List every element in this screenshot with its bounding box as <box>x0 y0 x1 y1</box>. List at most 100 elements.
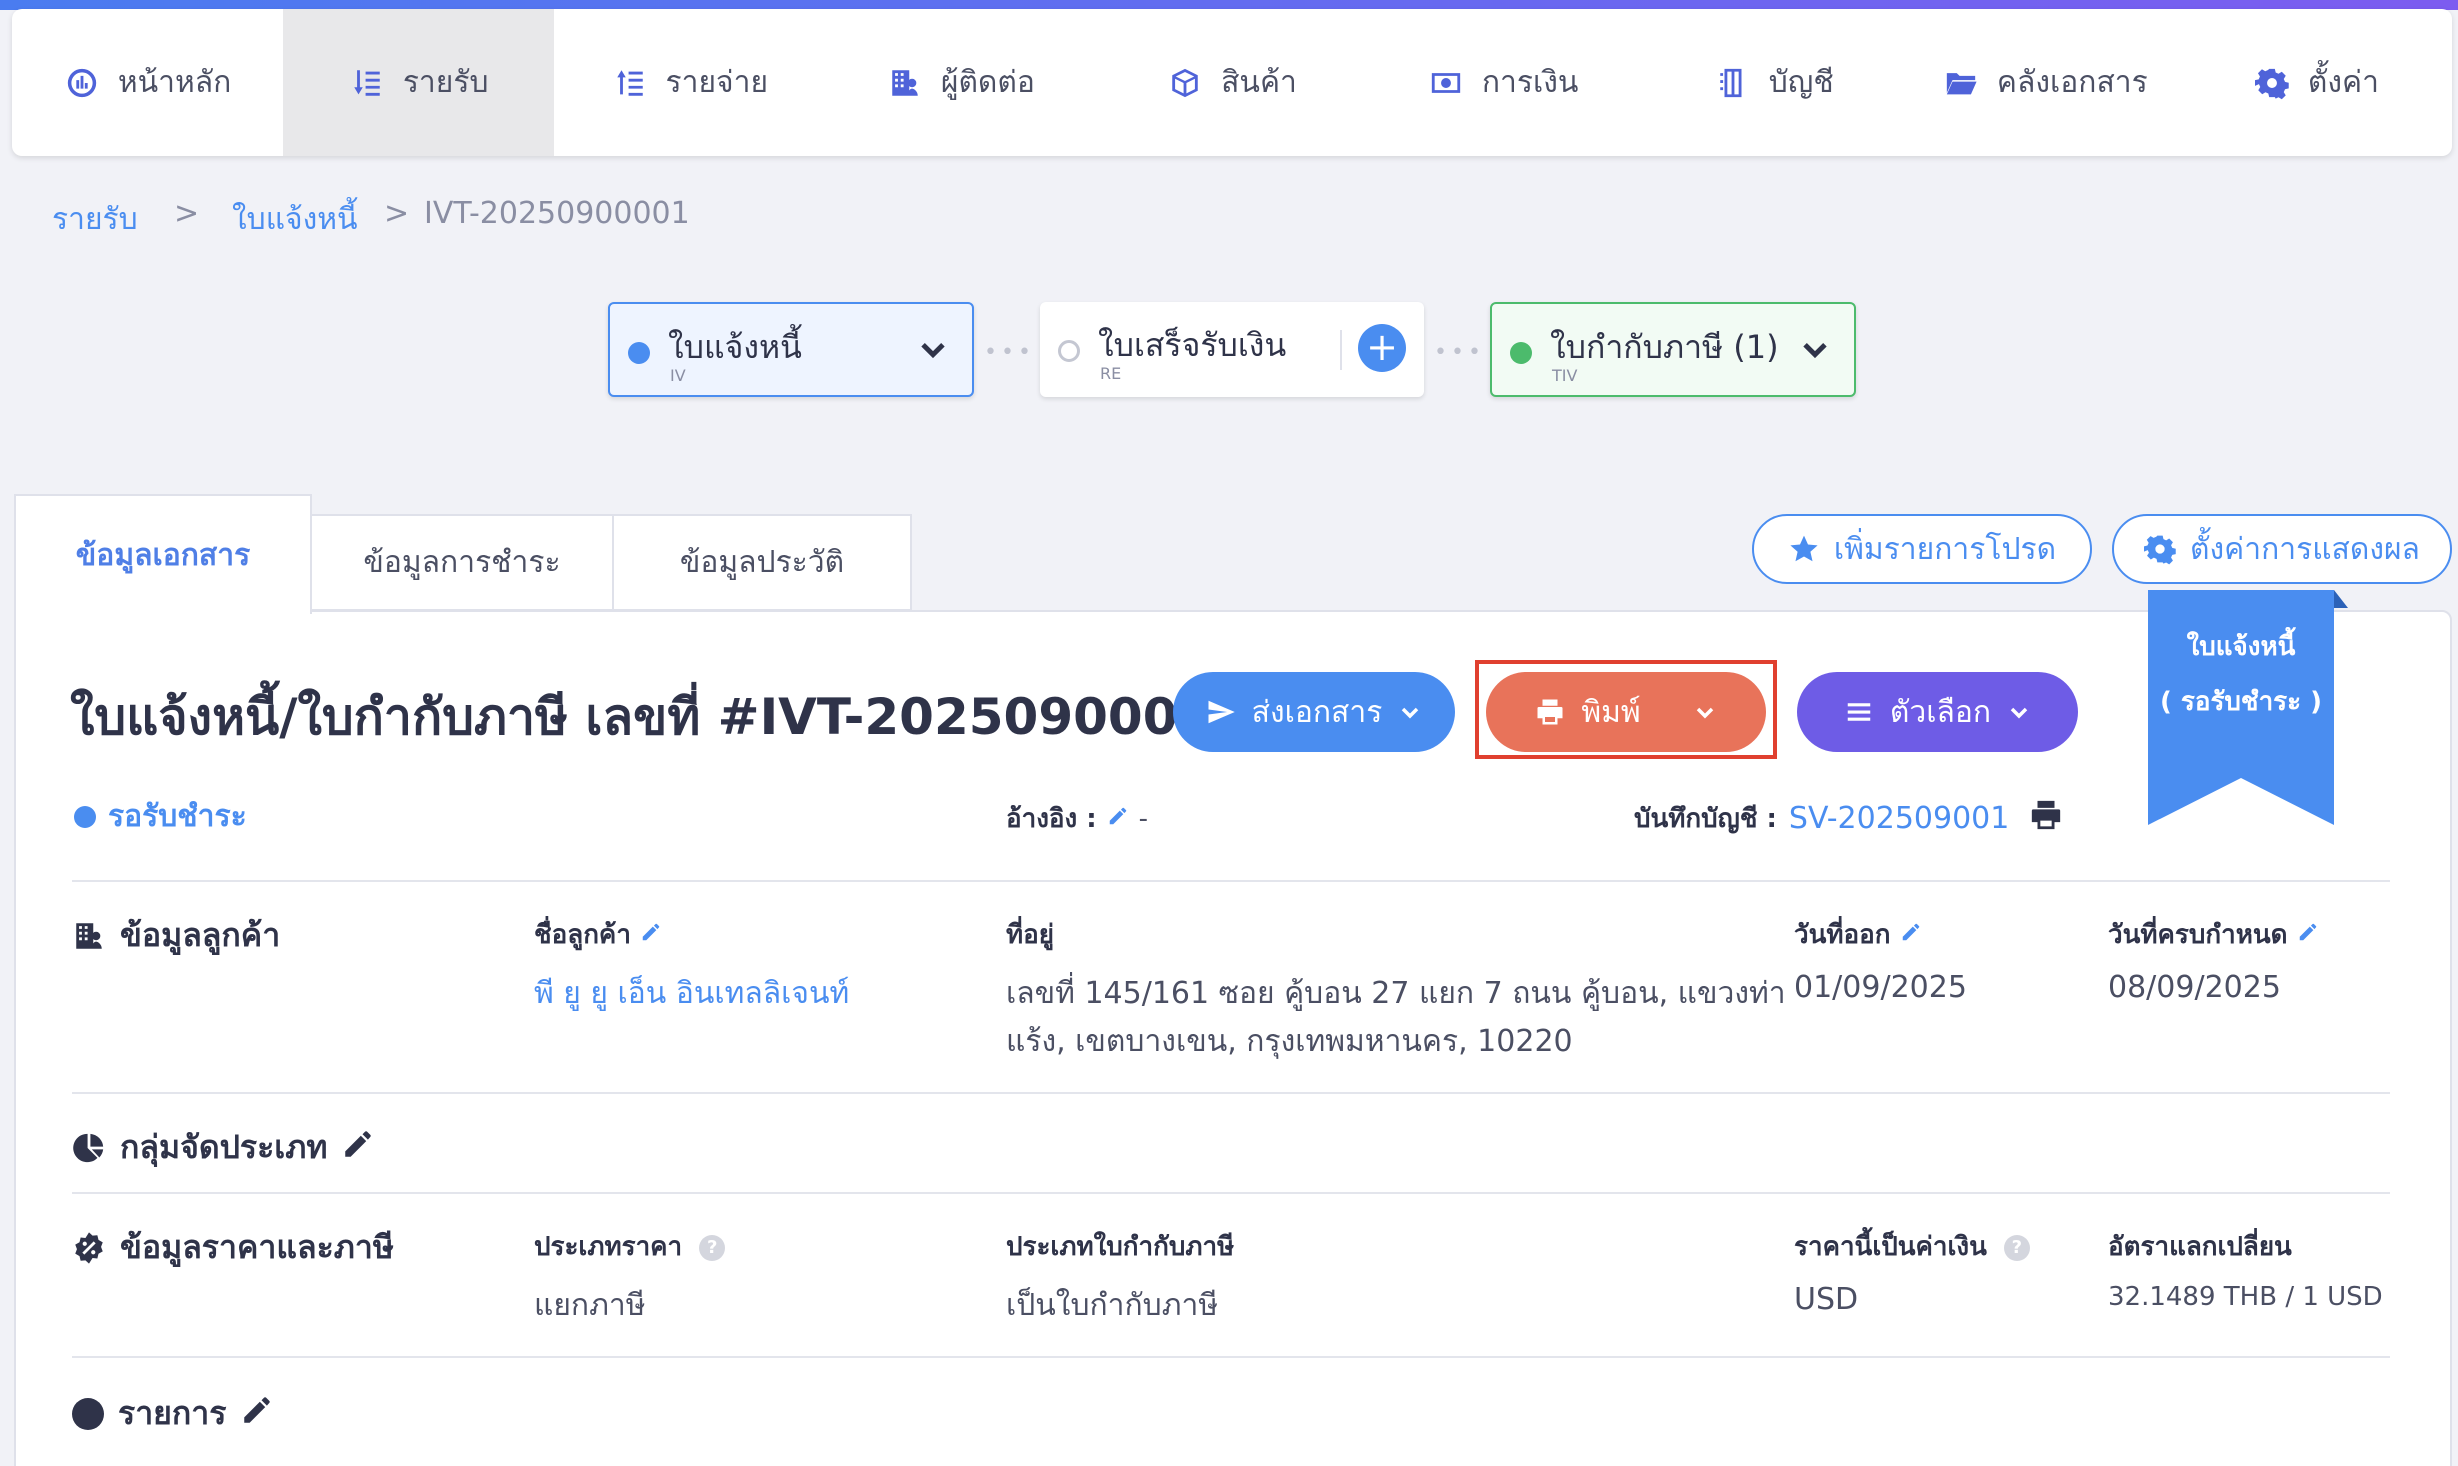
reference-field: อ้างอิง : - <box>1006 798 1148 839</box>
exchange-rate-label: อัตราแลกเปลี่ยน <box>2108 1232 2292 1262</box>
breadcrumb-current: IVT-20250900001 <box>424 196 690 231</box>
account-record-field: บันทึกบัญชี : SV-202509001 <box>1634 798 2063 839</box>
flow-invoice-card[interactable]: ใบแจ้งหนี้ IV <box>608 302 974 397</box>
dashboard-icon <box>64 65 100 101</box>
currency-value: USD <box>1794 1282 1859 1317</box>
price-type-label: ประเภทราคา ? <box>534 1226 726 1267</box>
nav-item-documents[interactable]: คลังเอกสาร <box>1910 9 2181 156</box>
chevron-down-icon[interactable] <box>1798 332 1832 370</box>
tab-payment-info[interactable]: ข้อมูลการชำระ <box>310 514 614 611</box>
document-title: ใบแจ้งหนี้/ใบกำกับภาษี เลขที่ #IVT-20250… <box>70 678 1295 757</box>
flow-receipt-title: ใบเสร็จรับเงิน <box>1098 326 1287 364</box>
contacts-icon <box>887 65 923 101</box>
flow-receipt-code: RE <box>1100 364 1122 383</box>
chevron-down-icon <box>2010 707 2028 719</box>
customer-section-title: ข้อมูลลูกค้า <box>120 916 281 954</box>
customer-name-label: ชื่อลูกค้า <box>534 914 662 955</box>
edit-pencil-icon[interactable] <box>341 1127 375 1169</box>
issue-date-label: วันที่ออก <box>1794 914 1922 955</box>
expense-icon <box>612 65 648 101</box>
nav-item-finance[interactable]: การเงิน <box>1368 9 1639 156</box>
pricing-section-title: ข้อมูลราคาและภาษี <box>120 1228 394 1266</box>
currency-label: ราคานี้เป็นค่าเงิน ? <box>1794 1226 2030 1267</box>
issue-date-label-text: วันที่ออก <box>1794 920 1891 950</box>
nav-item-home[interactable]: หน้าหลัก <box>12 9 283 156</box>
nav-label: บัญชี <box>1768 65 1834 100</box>
flow-connector: ••• <box>984 340 1035 365</box>
due-date-value: 08/09/2025 <box>2108 970 2281 1005</box>
star-icon <box>1790 535 1818 562</box>
reference-label: อ้างอิง : <box>1006 804 1097 834</box>
income-icon <box>349 65 385 101</box>
options-label: ตัวเลือก <box>1889 694 1992 730</box>
status-badge: รอรับชำระ <box>74 793 247 840</box>
print-highlight-box <box>1475 660 1777 759</box>
flow-invoice-title: ใบแจ้งหนี้ <box>668 328 802 366</box>
empty-circle-icon <box>1058 340 1080 362</box>
edit-pencil-icon[interactable] <box>2297 920 2319 950</box>
send-document-label: ส่งเอกสาร <box>1251 694 1383 730</box>
address-line-1: เลขที่ 145/161 ซอย คู้บอน 27 แยก 7 ถนน ค… <box>1006 976 1786 1011</box>
nav-item-expense[interactable]: รายจ่าย <box>554 9 825 156</box>
nav-item-income[interactable]: รายรับ <box>283 9 555 156</box>
edit-pencil-icon[interactable] <box>1107 804 1129 834</box>
chevron-down-icon <box>1402 707 1419 719</box>
edit-pencil-icon[interactable] <box>1900 920 1922 950</box>
flow-tax-invoice-title: ใบกำกับภาษี (1) <box>1550 328 1779 366</box>
edit-pencil-icon[interactable] <box>240 1393 274 1435</box>
nav-label: หน้าหลัก <box>117 65 232 100</box>
tab-history-info[interactable]: ข้อมูลประวัติ <box>612 514 912 611</box>
nav-label: การเงิน <box>1481 65 1579 100</box>
add-favorite-button[interactable]: เพิ่มรายการโปรด <box>1752 514 2092 584</box>
nav-label: คลังเอกสาร <box>1996 65 2148 100</box>
address-label: ที่อยู่ <box>1006 920 1054 950</box>
flow-tax-invoice-card[interactable]: ใบกำกับภาษี (1) TIV <box>1490 302 1856 397</box>
paper-plane-icon <box>1208 700 1235 724</box>
breadcrumb-income[interactable]: รายรับ <box>52 196 138 243</box>
status-dot <box>1510 342 1532 364</box>
breadcrumb-separator: > <box>174 196 200 231</box>
nav-label: รายรับ <box>402 65 489 100</box>
gear-icon <box>2144 535 2176 565</box>
flow-connector: ••• <box>1434 340 1485 365</box>
book-icon <box>1715 65 1751 101</box>
issue-date-value: 01/09/2025 <box>1794 970 1967 1005</box>
tax-doc-type-value: เป็นใบกำกับภาษี <box>1006 1288 1219 1323</box>
options-button[interactable]: ตัวเลือก <box>1797 672 2078 752</box>
divider <box>72 1192 2390 1194</box>
tab-document-info[interactable]: ข้อมูลเอกสาร <box>14 494 312 614</box>
main-nav: หน้าหลัก รายรับ รายจ่าย ผู้ติดต่อ สินค้า… <box>12 9 2452 156</box>
customer-name-link[interactable]: พี ยู ยู เอ็น อินเทลลิเจนท์ <box>534 970 849 1017</box>
send-document-button[interactable]: ส่งเอกสาร <box>1173 672 1455 752</box>
box-icon <box>1167 65 1203 101</box>
gear-icon <box>2254 65 2290 101</box>
display-settings-button[interactable]: ตั้งค่าการแสดงผล <box>2112 514 2452 584</box>
ribbon-status: ( รอรับชำระ ) <box>2159 687 2323 717</box>
help-icon[interactable]: ? <box>2003 1234 2030 1261</box>
chevron-down-icon[interactable] <box>916 332 950 370</box>
tax-doc-type-label: ประเภทใบกำกับภาษี <box>1006 1232 1235 1262</box>
flow-tax-invoice-code: TIV <box>1552 366 1578 385</box>
ribbon-title: ใบแจ้งหนี้ <box>2186 632 2296 662</box>
edit-pencil-icon[interactable] <box>640 920 662 950</box>
printer-icon[interactable] <box>2029 798 2063 839</box>
currency-label-text: ราคานี้เป็นค่าเงิน <box>1794 1232 1987 1262</box>
reference-value: - <box>1138 803 1149 834</box>
pricing-section-heading: ข้อมูลราคาและภาษี <box>72 1222 394 1273</box>
breadcrumb-invoice[interactable]: ใบแจ้งหนี้ <box>232 196 358 243</box>
nav-item-products[interactable]: สินค้า <box>1096 9 1367 156</box>
account-record-link[interactable]: SV-202509001 <box>1789 801 2009 836</box>
items-section-title: รายการ <box>118 1394 227 1432</box>
add-receipt-button[interactable]: + <box>1358 324 1406 372</box>
address-line-2: แร้ง, เขตบางเขน, กรุงเทพมหานคร, 10220 <box>1006 1024 1573 1059</box>
nav-item-accounting[interactable]: บัญชี <box>1639 9 1910 156</box>
nav-item-contacts[interactable]: ผู้ติดต่อ <box>825 9 1096 156</box>
price-type-value: แยกภาษี <box>534 1288 646 1323</box>
flow-receipt-card[interactable]: ใบเสร็จรับเงิน RE + <box>1040 302 1424 397</box>
nav-item-settings[interactable]: ตั้งค่า <box>2181 9 2452 156</box>
status-text: รอรับชำระ <box>108 799 247 834</box>
help-icon[interactable]: ? <box>699 1234 726 1261</box>
due-date-label: วันที่ครบกำหนด <box>2108 914 2319 955</box>
breadcrumb-separator: > <box>384 196 410 231</box>
divider <box>72 1092 2390 1094</box>
